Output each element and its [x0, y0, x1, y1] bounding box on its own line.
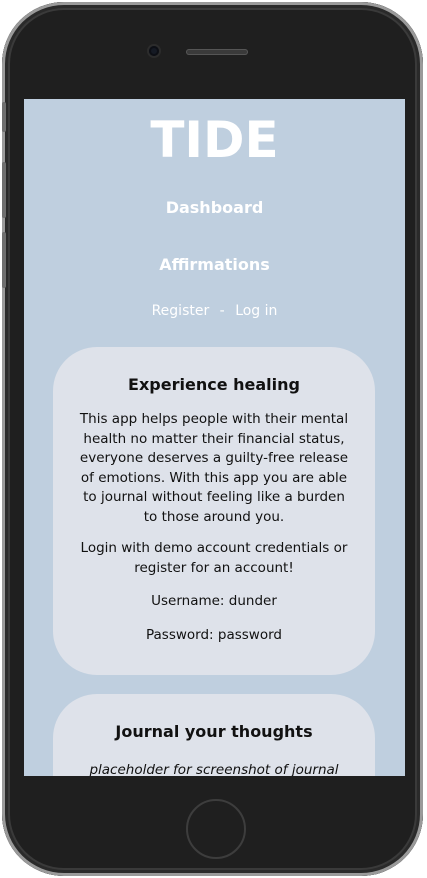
volume-up-button [2, 162, 6, 218]
front-camera [149, 46, 159, 56]
app-title: TIDE [150, 111, 279, 169]
home-button[interactable] [186, 799, 246, 859]
card-heading: Experience healing [128, 375, 300, 394]
journal-screenshot-placeholder: placeholder for screenshot of journal en… [89, 762, 339, 776]
card-heading: Journal your thoughts [115, 722, 313, 741]
card-description: This app helps people with their mental … [79, 411, 349, 525]
login-link[interactable]: Log in [235, 303, 277, 319]
card-login-instructions: Login with demo account credentials or r… [80, 540, 348, 576]
nav-affirmations-link[interactable]: Affirmations [24, 255, 405, 274]
volume-down-button [2, 232, 6, 288]
auth-separator: - [219, 303, 225, 319]
journal-card: Journal your thoughts placeholder for sc… [53, 694, 375, 776]
mute-switch [2, 102, 6, 132]
auth-links: Register - Log in [24, 303, 405, 319]
demo-password: Password: password [146, 626, 282, 643]
demo-username: Username: dunder [151, 593, 277, 609]
register-link[interactable]: Register [152, 303, 210, 319]
experience-healing-card: Experience healing This app helps people… [53, 347, 375, 675]
app-screen: TIDE Dashboard Affirmations Register - L… [24, 99, 405, 776]
earpiece-speaker [186, 49, 248, 55]
nav-dashboard-link[interactable]: Dashboard [24, 198, 405, 217]
